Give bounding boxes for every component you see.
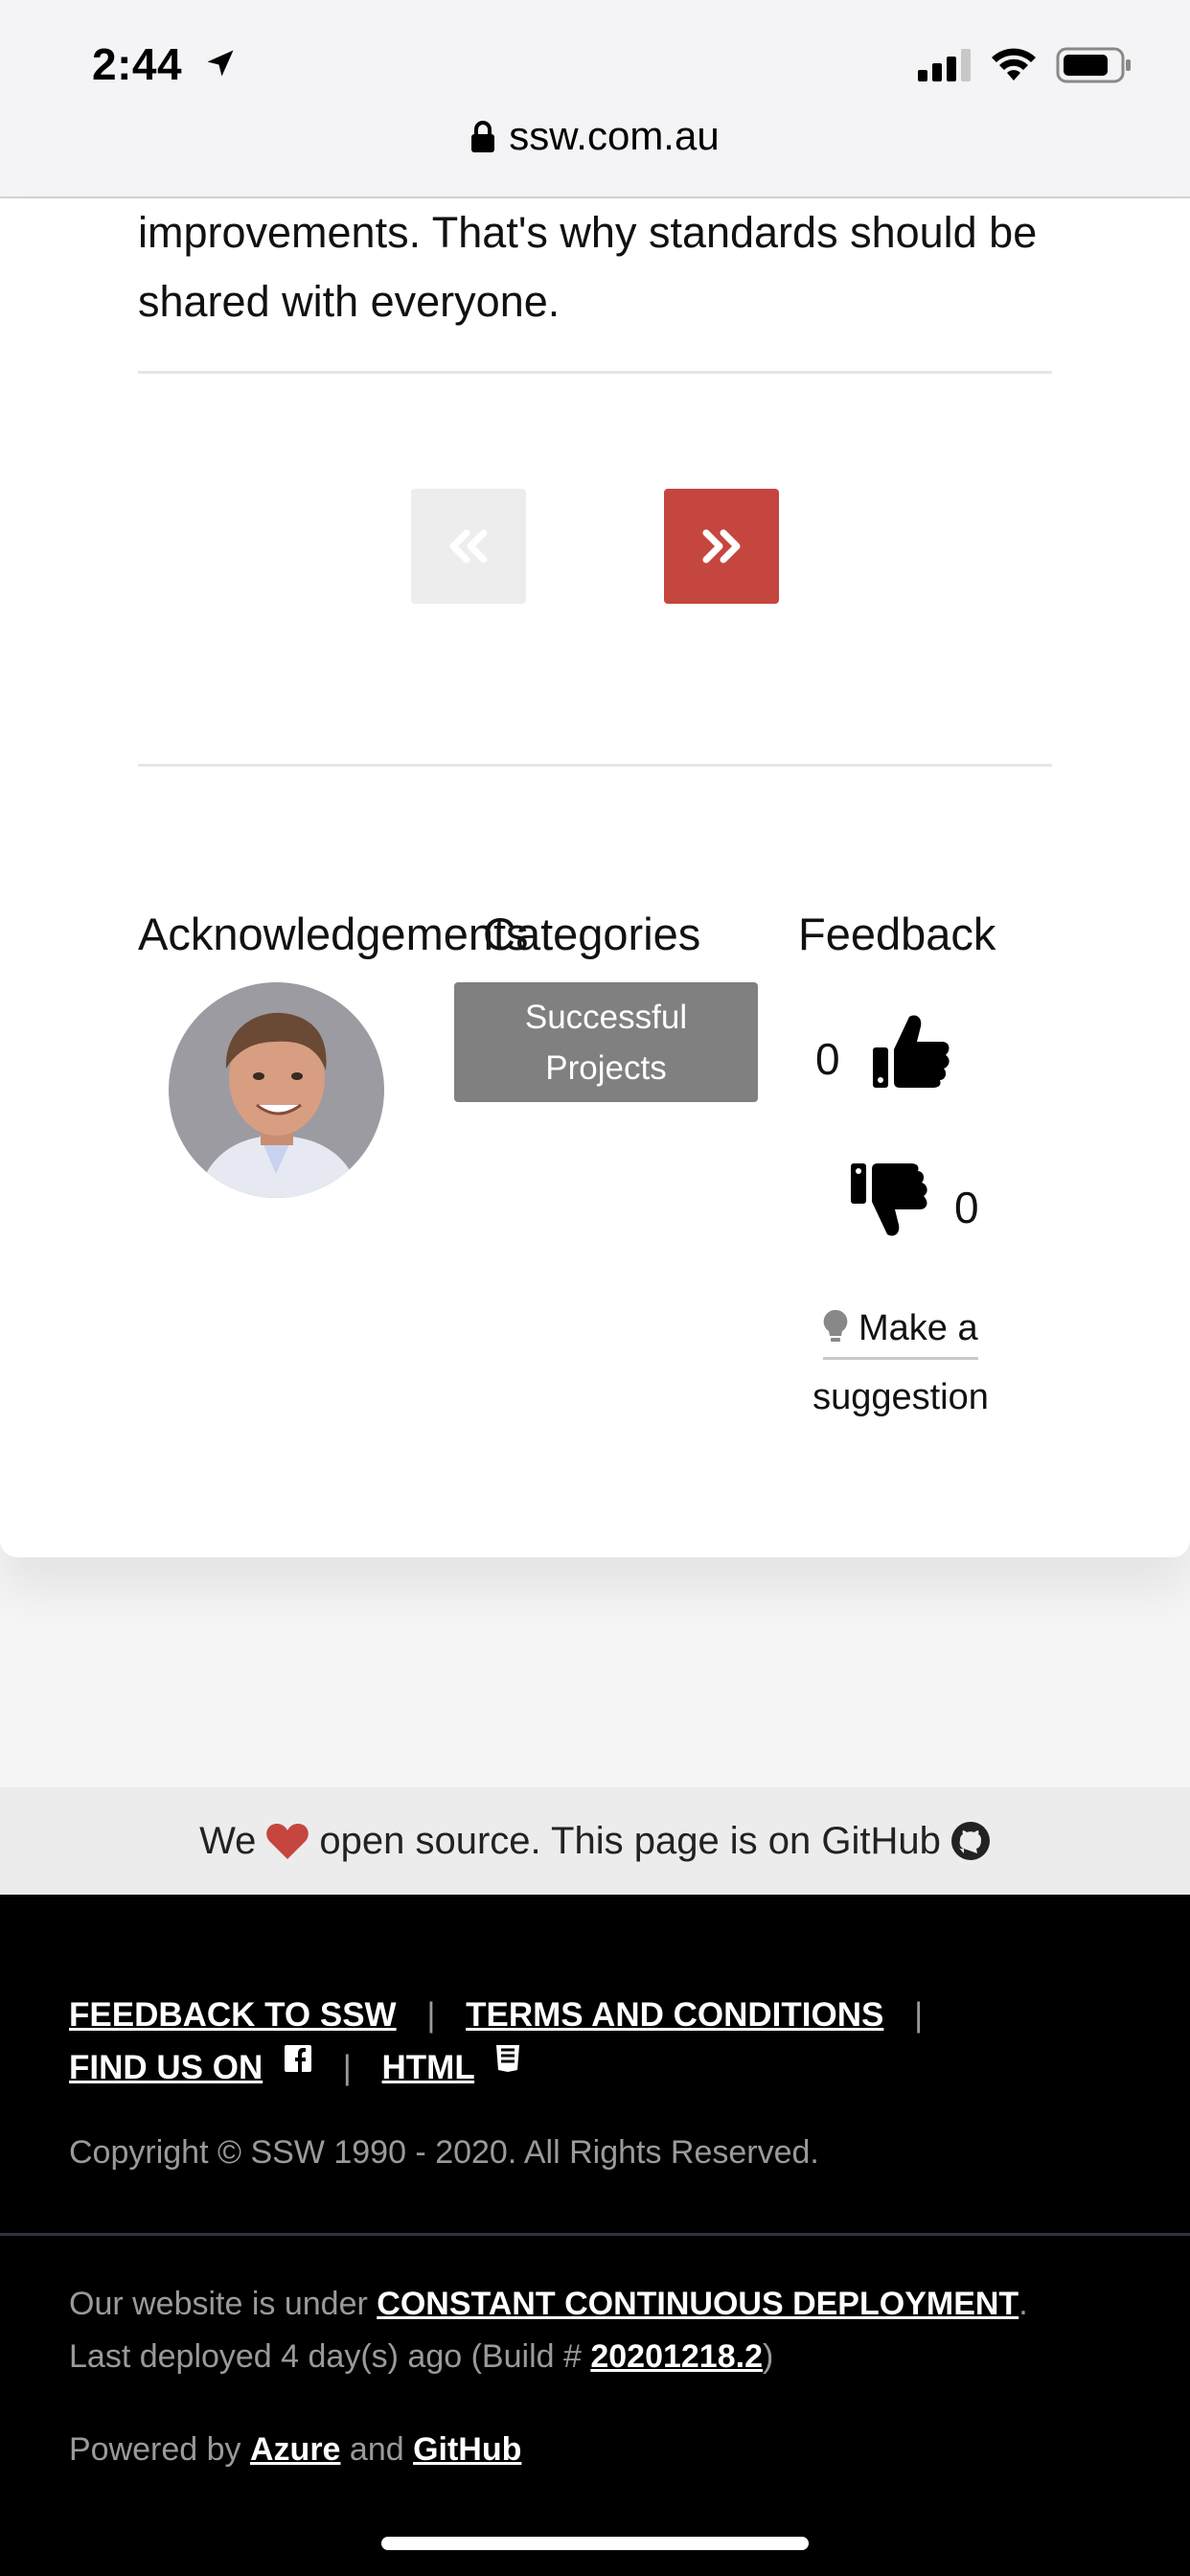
banner-text: open source. This page is on GitHub xyxy=(319,1819,941,1862)
footer-links: FEEDBACK TO SSW | TERMS AND CONDITIONS |… xyxy=(69,1989,1142,2094)
acknowledgements-heading: Acknowledgements xyxy=(138,908,529,959)
banner-text: We xyxy=(199,1819,257,1862)
lightbulb-icon xyxy=(824,1309,848,1342)
github-link[interactable]: GitHub xyxy=(413,2431,521,2468)
powered-text: and xyxy=(340,2431,414,2468)
site-footer: FEEDBACK TO SSW | TERMS AND CONDITIONS |… xyxy=(0,1895,1190,2576)
lock-icon xyxy=(471,121,495,152)
build-number-link[interactable]: 20201218.2 xyxy=(590,2338,763,2375)
thumbs-down-icon[interactable] xyxy=(849,1162,927,1240)
author-photo xyxy=(169,982,384,1198)
previous-page-button[interactable] xyxy=(411,489,526,604)
battery-icon xyxy=(1056,47,1131,83)
thumbs-up-count: 0 xyxy=(815,1034,840,1084)
azure-link[interactable]: Azure xyxy=(250,2431,340,2468)
address-bar[interactable]: ssw.com.au xyxy=(0,113,1190,159)
browser-top-bar: 2:44 ssw.com.au xyxy=(0,0,1190,198)
category-tag-line: Successful xyxy=(524,999,688,1036)
html-link[interactable]: HTML xyxy=(382,2049,475,2086)
make-suggestion-link[interactable]: Make a suggestion xyxy=(805,1294,996,1432)
find-us-on-link[interactable]: FIND US ON xyxy=(69,2049,263,2086)
url-text: ssw.com.au xyxy=(509,113,720,158)
page: 2:44 ssw.com.au improvements. That's why… xyxy=(0,0,1190,2576)
feedback-to-ssw-link[interactable]: FEEDBACK TO SSW xyxy=(69,1996,397,2034)
home-indicator[interactable] xyxy=(381,2537,809,2550)
chevron-double-right-icon xyxy=(702,529,741,564)
cellular-signal-icon xyxy=(918,49,971,81)
open-source-banner[interactable]: We open source. This page is on GitHub xyxy=(0,1787,1190,1895)
wifi-icon xyxy=(992,48,1036,80)
powered-text: Powered by xyxy=(69,2431,250,2468)
html5-icon[interactable] xyxy=(495,2044,520,2073)
content-card: improvements. That's why standards shoul… xyxy=(0,198,1190,1557)
suggestion-label: suggestion xyxy=(812,1377,989,1417)
next-page-button[interactable] xyxy=(664,489,779,604)
powered-by: Powered by Azure and GitHub xyxy=(69,2431,521,2469)
separator: | xyxy=(914,1996,924,2034)
categories-heading: Categories xyxy=(483,908,701,959)
status-icons xyxy=(918,46,1133,84)
separator: | xyxy=(342,2049,352,2086)
category-tag-line: Projects xyxy=(545,1049,667,1087)
facebook-icon[interactable] xyxy=(284,2044,312,2073)
constant-continuous-deployment-link[interactable]: CONSTANT CONTINUOUS DEPLOYMENT xyxy=(377,2286,1018,2322)
deploy-text: Our website is under xyxy=(69,2286,378,2322)
intro-paragraph: improvements. That's why standards shoul… xyxy=(138,208,1038,326)
github-icon xyxy=(950,1822,990,1860)
separator: | xyxy=(426,1996,436,2034)
divider xyxy=(138,764,1052,767)
suggestion-label: Make a xyxy=(858,1308,978,1348)
category-tag-successful-projects[interactable]: Successful Projects xyxy=(454,982,758,1102)
thumbs-down-count: 0 xyxy=(954,1183,979,1232)
status-time: 2:44 xyxy=(92,39,183,89)
copyright-text: Copyright © SSW 1990 - 2020. All Rights … xyxy=(69,2134,819,2171)
terms-and-conditions-link[interactable]: TERMS AND CONDITIONS xyxy=(466,1996,883,2034)
chevron-double-left-icon xyxy=(449,529,488,564)
deploy-text: Last deployed 4 day(s) ago (Build # xyxy=(69,2338,591,2375)
divider xyxy=(138,371,1052,374)
thumbs-up-icon[interactable] xyxy=(871,1011,950,1090)
heart-icon xyxy=(266,1824,309,1859)
feedback-heading: Feedback xyxy=(798,908,996,959)
location-arrow-icon xyxy=(207,50,234,77)
author-avatar[interactable] xyxy=(169,982,384,1198)
footer-divider xyxy=(0,2233,1190,2236)
deployment-info: Our website is under CONSTANT CONTINUOUS… xyxy=(69,2286,1028,2375)
